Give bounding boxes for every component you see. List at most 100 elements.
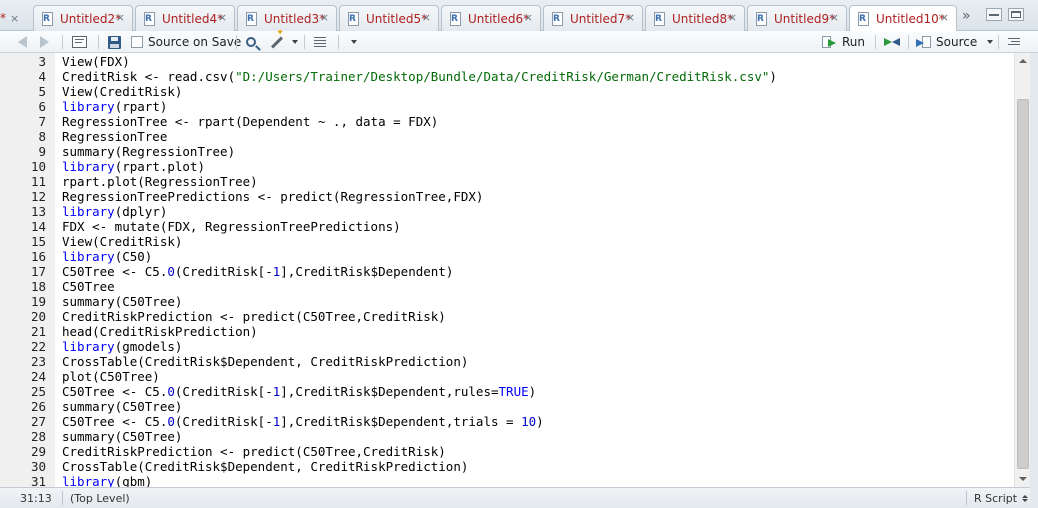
code-line[interactable]: 3 View(FDX) [0,54,1014,69]
more-options-button[interactable] [351,33,357,51]
code-text[interactable]: CreditRiskPrediction <- predict(C50Tree,… [62,309,446,324]
code-text[interactable]: CrossTable(CreditRisk$Dependent, CreditR… [62,459,468,474]
code-text[interactable]: View(CreditRisk) [62,234,182,249]
code-line[interactable]: 31 library(gbm) [0,474,1014,487]
close-icon[interactable]: × [218,11,227,24]
code-text[interactable]: C50Tree <- C5.0(CreditRisk[-1],CreditRis… [62,264,453,279]
code-text[interactable]: summary(C50Tree) [62,399,182,414]
tab-untitled[interactable]: R Untitled8* × [645,5,745,31]
code-line[interactable]: 25 C50Tree <- C5.0(CreditRisk[-1],CreditR… [0,384,1014,399]
code-text[interactable]: FDX <- mutate(FDX, RegressionTreePredict… [62,219,401,234]
code-line[interactable]: 24 plot(C50Tree) [0,369,1014,384]
source-on-save-toggle[interactable]: Source on Save [131,33,241,51]
code-text[interactable]: rpart.plot(RegressionTree) [62,174,258,189]
code-text[interactable]: summary(C50Tree) [62,429,182,444]
scrollbar-thumb[interactable] [1017,99,1029,469]
run-button[interactable]: Run [822,33,865,51]
code-line[interactable]: 13 library(dplyr) [0,204,1014,219]
close-icon[interactable]: × [940,11,949,24]
code-line[interactable]: 28 summary(C50Tree) [0,429,1014,444]
outline-button[interactable] [1008,33,1020,51]
code-line[interactable]: 14 FDX <- mutate(FDX, RegressionTreePredi… [0,219,1014,234]
code-tools-button[interactable] [270,33,298,51]
source-button[interactable]: Source [916,33,994,51]
code-text[interactable]: CreditRisk <- read.csv("D:/Users/Trainer… [62,69,777,84]
code-line[interactable]: 7 RegressionTree <- rpart(Dependent ~ ., … [0,114,1014,129]
tab-untitled[interactable]: R Untitled5* × [339,5,439,31]
close-icon[interactable]: × [10,12,19,25]
tab-untitled[interactable]: R Untitled7* × [543,5,643,31]
code-line[interactable]: 29 CreditRiskPrediction <- predict(C50Tre… [0,444,1014,459]
chevron-down-icon[interactable] [987,40,994,44]
code-text[interactable]: library(rpart) [62,99,167,114]
code-editor[interactable]: 3 View(FDX) 4 CreditRisk <- read.csv("D:/Us… [0,53,1014,487]
scroll-down-icon[interactable] [1019,477,1027,481]
code-line[interactable]: 15 View(CreditRisk) [0,234,1014,249]
code-text[interactable]: CreditRiskPrediction <- predict(C50Tree,… [62,444,446,459]
close-icon[interactable]: × [728,11,737,24]
code-line[interactable]: 23 CrossTable(CreditRisk$Dependent, Credi… [0,354,1014,369]
code-text[interactable]: CrossTable(CreditRisk$Dependent, CreditR… [62,354,468,369]
code-line[interactable]: 22 library(gmodels) [0,339,1014,354]
close-icon[interactable]: × [830,11,839,24]
scroll-up-icon[interactable] [1019,59,1027,63]
code-text[interactable]: View(FDX) [62,54,130,69]
close-icon[interactable]: × [626,11,635,24]
code-text[interactable]: C50Tree <- C5.0(CreditRisk[-1],CreditRis… [62,414,544,429]
code-text[interactable]: summary(C50Tree) [62,294,182,309]
code-text[interactable]: summary(RegressionTree) [62,144,235,159]
close-icon[interactable]: × [320,11,329,24]
code-text[interactable]: library(C50) [62,249,152,264]
show-in-window-button[interactable] [72,33,87,51]
language-selector[interactable]: R Script [974,492,1029,505]
find-replace-button[interactable] [246,33,256,51]
pane-splitter[interactable] [1030,53,1038,508]
code-text[interactable]: C50Tree <- C5.0(CreditRisk[-1],CreditRis… [62,384,536,399]
code-text[interactable]: library(gmodels) [62,339,182,354]
code-line[interactable]: 9 summary(RegressionTree) [0,144,1014,159]
forward-button[interactable] [40,33,49,51]
tab-untitled[interactable]: R Untitled9* × [747,5,847,31]
tab-overflow-chevron-icon[interactable]: » [962,8,971,24]
tab-untitled[interactable]: R Untitled3* × [237,5,337,31]
code-text[interactable]: library(dplyr) [62,204,167,219]
code-text[interactable]: RegressionTreePredictions <- predict(Reg… [62,189,483,204]
code-line[interactable]: 27 C50Tree <- C5.0(CreditRisk[-1],CreditR… [0,414,1014,429]
minimize-pane-button[interactable] [986,8,1002,21]
code-line[interactable]: 19 summary(C50Tree) [0,294,1014,309]
vertical-scrollbar[interactable] [1014,53,1030,487]
scope-selector[interactable]: (Top Level) [70,492,130,505]
code-text[interactable]: C50Tree [62,279,115,294]
code-line[interactable]: 17 C50Tree <- C5.0(CreditRisk[-1],CreditR… [0,264,1014,279]
tab-untitled[interactable]: R Untitled6* × [441,5,541,31]
source-on-save-checkbox[interactable] [131,36,143,48]
code-text[interactable]: head(CreditRiskPrediction) [62,324,258,339]
code-line[interactable]: 26 summary(C50Tree) [0,399,1014,414]
code-text[interactable]: plot(C50Tree) [62,369,160,384]
code-text[interactable]: library(gbm) [62,474,152,487]
code-text[interactable]: RegressionTree <- rpart(Dependent ~ ., d… [62,114,438,129]
code-line[interactable]: 20 CreditRiskPrediction <- predict(C50Tre… [0,309,1014,324]
tab-untitled[interactable]: R Untitled10* × [849,5,957,32]
code-line[interactable]: 8 RegressionTree [0,129,1014,144]
maximize-pane-button[interactable] [1008,8,1024,21]
code-line[interactable]: 11 rpart.plot(RegressionTree) [0,174,1014,189]
close-icon[interactable]: × [422,11,431,24]
code-line[interactable]: 5 View(CreditRisk) [0,84,1014,99]
code-line[interactable]: 12 RegressionTreePredictions <- predict(R… [0,189,1014,204]
code-line[interactable]: 18 C50Tree [0,279,1014,294]
code-text[interactable]: View(CreditRisk) [62,84,182,99]
code-line[interactable]: 4 CreditRisk <- read.csv("D:/Users/Traine… [0,69,1014,84]
code-line[interactable]: 21 head(CreditRiskPrediction) [0,324,1014,339]
code-text[interactable]: library(rpart.plot) [62,159,205,174]
save-button[interactable] [108,33,121,51]
tab-untitled[interactable]: R Untitled2* × [33,5,133,31]
back-button[interactable] [18,33,27,51]
code-line[interactable]: 10 library(rpart.plot) [0,159,1014,174]
code-line[interactable]: 30 CrossTable(CreditRisk$Dependent, Credi… [0,459,1014,474]
rerun-button[interactable] [884,33,902,51]
tab-partial-hidden[interactable]: * × [0,5,24,31]
close-icon[interactable]: × [116,11,125,24]
code-line[interactable]: 6 library(rpart) [0,99,1014,114]
tab-untitled[interactable]: R Untitled4* × [135,5,235,31]
